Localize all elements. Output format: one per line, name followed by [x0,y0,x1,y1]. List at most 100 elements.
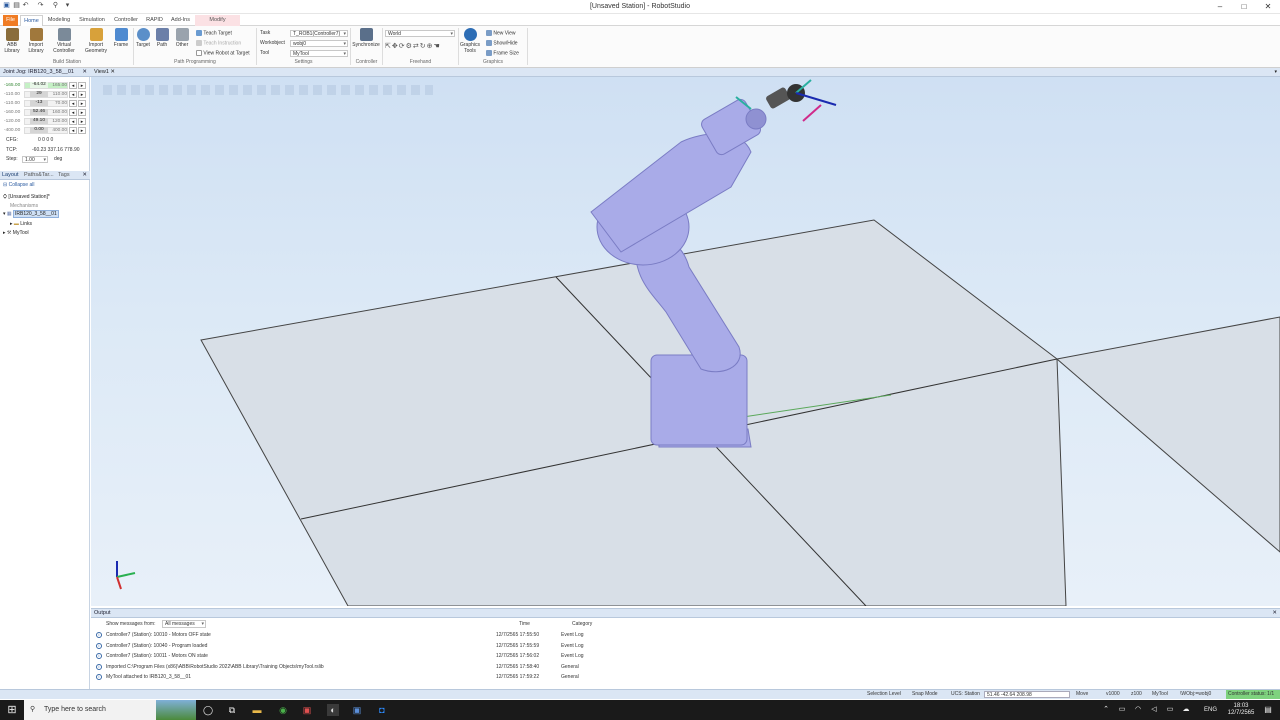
tab-home[interactable]: Home [20,15,43,26]
teach-instruction-button[interactable]: Teach Instruction [196,40,241,47]
output-row[interactable]: i MyTool attached to IRB120_3_58__01 12/7/… [91,672,1280,682]
frame-size-button[interactable]: Frame Size [486,50,519,57]
teach-target-button[interactable]: Teach Target [196,30,232,37]
jog-plus-icon[interactable]: ▸ [78,109,86,116]
tab-simulation[interactable]: Simulation [76,15,108,26]
controller-status[interactable]: Controller status: 1/1 [1226,690,1280,699]
jog-plus-icon[interactable]: ▸ [78,100,86,107]
jog-reorient-icon[interactable]: ↻ [420,43,427,50]
virtual-controller-button[interactable]: Virtual Controller [50,28,78,54]
output-row[interactable]: i Controller7 (Station): 10011 - Motors O… [91,651,1280,661]
step-input[interactable]: 1.00 [22,156,48,163]
path-button[interactable]: Path [154,28,170,48]
jog-minus-icon[interactable]: ◂ [69,91,77,98]
collapse-all-link[interactable]: ⊟ Collapse all [3,182,34,189]
task-view-icon[interactable]: ◯ [202,704,214,716]
freehand-reference-select[interactable]: World [385,30,455,37]
chevron-down-icon[interactable]: ▾ [1274,68,1277,77]
jog-minus-icon[interactable]: ◂ [69,100,77,107]
maximize-icon[interactable]: □ [1235,1,1253,12]
zone-select[interactable]: z100 [1131,690,1142,699]
output-row[interactable]: i Controller7 (Station): 10010 - Motors O… [91,630,1280,640]
close-icon[interactable]: ✕ [82,171,87,180]
jog-minus-icon[interactable]: ◂ [69,118,77,125]
joint-row[interactable]: -400.00 0.00 400.00 ◂ ▸ [4,127,86,135]
battery-icon[interactable]: ▭ [1164,704,1176,716]
wifi-icon[interactable]: ◠ [1132,704,1144,716]
tab-file[interactable]: File [3,15,18,26]
joint-row[interactable]: -110.00 29 110.00 ◂ ▸ [4,91,86,99]
chevron-up-icon[interactable]: ⌃ [1100,704,1112,716]
search-box[interactable]: ⚲ Type here to search [24,700,196,720]
graphics-tools-button[interactable]: Graphics Tools [460,28,480,54]
media-player-icon[interactable]: ◐ [327,704,339,716]
joint-row[interactable]: -160.00 52.46 160.00 ◂ ▸ [4,109,86,117]
other-button[interactable]: Other [174,28,190,48]
col-category-header[interactable]: Category [572,621,592,628]
jog-plus-icon[interactable]: ▸ [78,127,86,134]
network-icon[interactable]: ▭ [1116,704,1128,716]
tree-robot[interactable]: ▾ ▦ IRB120_3_58__01 [3,210,59,218]
joint-row[interactable]: -120.00 49.10 120.00 ◂ ▸ [4,118,86,126]
import-library-button[interactable]: Import Library [24,28,48,54]
close-icon[interactable]: ✕ [110,69,115,75]
jog-plus-icon[interactable]: ▸ [78,91,86,98]
jog-plus-icon[interactable]: ▸ [78,118,86,125]
zoom-icon[interactable]: ◘ [376,704,388,716]
frame-button[interactable]: Frame [112,28,130,48]
notification-icon[interactable]: ▤ [1262,704,1274,716]
snap-mode-button[interactable]: Snap Mode [912,690,938,699]
tab-addins[interactable]: Add-Ins [168,15,193,26]
selection-level-button[interactable]: Selection Level [867,690,901,699]
select-icon[interactable]: ⇱ [385,43,392,50]
jog-minus-icon[interactable]: ◂ [69,82,77,89]
view-robot-at-target-toggle[interactable]: View Robot at Target [196,50,250,57]
workobject-select[interactable]: wobj0 [290,40,348,47]
wobj-status-select[interactable]: \WObj:=wobj0 [1180,690,1211,699]
output-row[interactable]: i Imported C:\Program Files (x86)\ABB\Rob… [91,662,1280,672]
jog-minus-icon[interactable]: ◂ [69,127,77,134]
robotstudio-icon[interactable]: ▣ [351,704,363,716]
rotate-icon[interactable]: ⟳ [399,43,406,50]
tree-tool[interactable]: ▸ ⚒ MyTool [3,230,29,237]
widgets-icon[interactable]: ⧉ [226,704,238,716]
expand-icon[interactable]: ▾ [3,211,6,217]
coordinate-readout[interactable]: 51.46 -42.64 208.98 [984,691,1070,698]
tab-view1[interactable]: View1 ✕ [94,68,115,77]
file-explorer-icon[interactable]: ▬ [251,704,263,716]
task-select[interactable]: T_ROB1(Controller7) [290,30,348,37]
volume-icon[interactable]: ◁ [1148,704,1160,716]
app-icon[interactable]: ▣ [301,704,313,716]
close-icon[interactable]: ✕ [1272,609,1277,618]
tool-status-select[interactable]: MyTool [1152,690,1168,699]
show-hide-button[interactable]: Show/Hide [486,40,518,47]
abb-library-button[interactable]: ABB Library [2,28,22,54]
tab-controller[interactable]: Controller [111,15,141,26]
move-instruction-select[interactable]: Move [1076,690,1088,699]
chrome-icon[interactable]: ◉ [277,704,289,716]
freehand-tools[interactable]: ⇱✥⟳⚙⇄↻⊕☚ [385,43,441,50]
expand-icon[interactable]: ▸ [3,230,6,236]
speed-select[interactable]: v1000 [1106,690,1120,699]
synchronize-button[interactable]: Synchronize [352,28,380,48]
jog-joint-icon[interactable]: ⚙ [406,43,413,50]
expand-icon[interactable]: ▸ [10,221,13,227]
minimize-icon[interactable]: – [1211,1,1229,12]
move-icon[interactable]: ✥ [392,43,399,50]
multi-robot-jog-icon[interactable]: ⊕ [427,43,434,50]
import-geometry-button[interactable]: Import Geometry [82,28,110,54]
tool-select[interactable]: MyTool [290,50,348,57]
clock[interactable]: 18:03 12/7/2565 [1226,703,1256,717]
jog-plus-icon[interactable]: ▸ [78,82,86,89]
tab-layout[interactable]: Layout [2,171,19,180]
close-icon[interactable]: ✕ [82,68,87,77]
tree-station[interactable]: ⛭ [Unsaved Station]* [3,194,50,201]
close-icon[interactable]: ✕ [1259,1,1277,12]
tab-paths-targets[interactable]: Paths&Tar... [24,171,54,180]
joint-row[interactable]: -165.00 -64.02 165.00 ◂ ▸ [4,82,86,90]
output-row[interactable]: i Controller7 (Station): 10040 - Program … [91,641,1280,651]
tab-modify[interactable]: Modify [195,15,240,26]
jog-minus-icon[interactable]: ◂ [69,109,77,116]
filter-select[interactable]: All messages [162,620,206,628]
new-view-button[interactable]: New View [486,30,516,37]
